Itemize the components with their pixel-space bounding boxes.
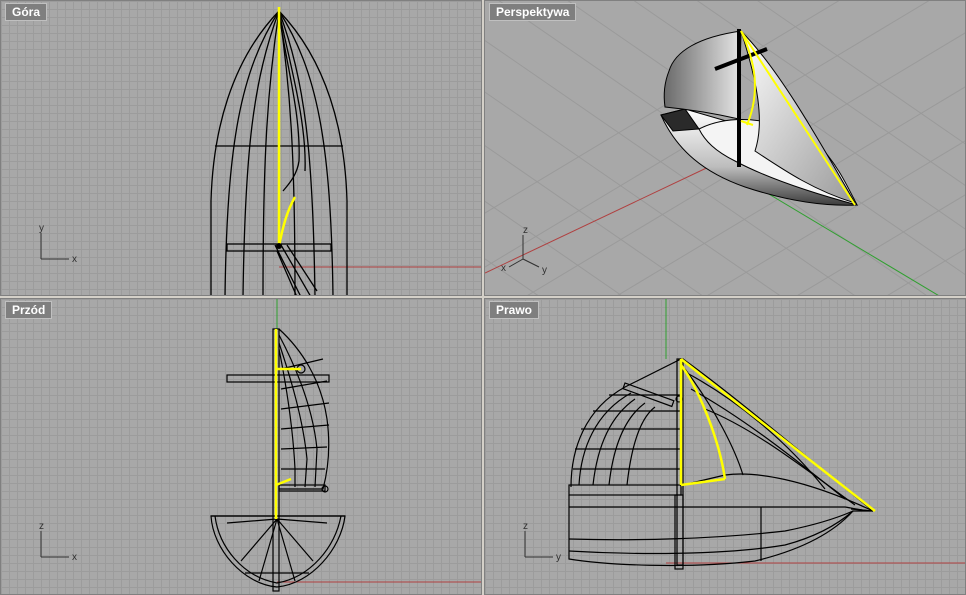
axis-label-z: z bbox=[523, 225, 528, 236]
axis-indicator-right: z y bbox=[523, 521, 561, 563]
axis-label-y: y bbox=[556, 552, 561, 563]
top-view-canvas[interactable]: y x bbox=[1, 1, 482, 296]
viewport-right[interactable]: z y Prawo bbox=[484, 298, 966, 595]
viewport-title-perspective[interactable]: Perspektywa bbox=[489, 3, 577, 21]
axis-indicator-top: y x bbox=[39, 223, 77, 265]
selected-rig-top bbox=[277, 7, 297, 247]
viewport-front[interactable]: z x Przód bbox=[0, 298, 482, 595]
viewport-title-front[interactable]: Przód bbox=[5, 301, 53, 319]
axis-label-x: x bbox=[72, 552, 77, 563]
axis-indicator-perspective: z x y bbox=[501, 225, 547, 276]
axis-indicator-front: z x bbox=[39, 521, 77, 563]
axis-label-z: z bbox=[523, 521, 528, 532]
viewport-top[interactable]: y x Góra bbox=[0, 0, 482, 296]
viewport-title-top[interactable]: Góra bbox=[5, 3, 48, 21]
axis-label-y: y bbox=[39, 223, 44, 234]
axis-label-x: x bbox=[72, 254, 77, 265]
boat-render-perspective bbox=[660, 29, 858, 206]
selected-rig-right bbox=[679, 358, 876, 512]
axis-label-x: x bbox=[501, 263, 506, 274]
axis-label-z: z bbox=[39, 521, 44, 532]
viewport-perspective[interactable]: z x y Perspektywa bbox=[484, 0, 966, 296]
mast-base-point bbox=[276, 243, 282, 249]
axis-label-y: y bbox=[542, 265, 547, 276]
viewport-title-right[interactable]: Prawo bbox=[489, 301, 540, 319]
right-view-canvas[interactable]: z y bbox=[485, 299, 966, 595]
front-view-canvas[interactable]: z x bbox=[1, 299, 482, 595]
perspective-view-canvas[interactable]: z x y bbox=[485, 1, 966, 296]
